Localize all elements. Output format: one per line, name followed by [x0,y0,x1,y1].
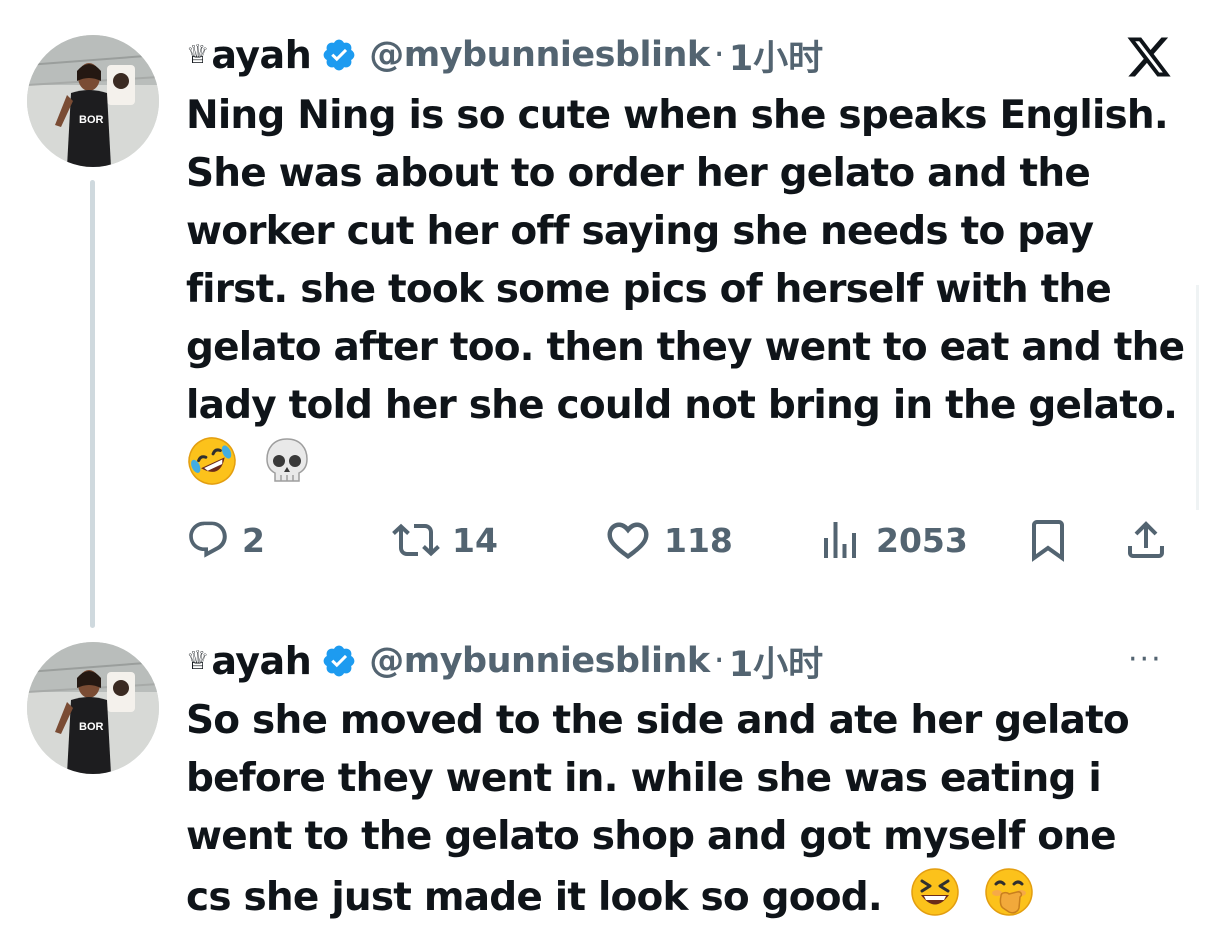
rolling-on-floor-laughing-emoji-icon [188,437,236,485]
avatar-photo: BOR [27,642,159,774]
heart-icon [607,522,649,559]
share-icon [1128,521,1164,558]
svg-text:BOR: BOR [79,114,104,126]
timestamp[interactable]: 1小时 [729,636,823,687]
avatar[interactable]: BOR [27,642,159,774]
author-handle[interactable]: @mybunniesblink [369,641,710,681]
views-chart-icon [824,522,856,558]
bookmark-icon [1032,520,1064,562]
share-button[interactable] [1122,510,1170,570]
emoji-line [186,435,1186,496]
repost-count: 14 [452,520,498,560]
tweet-text-line: before they went in. while she was eatin… [186,756,1102,801]
reply-button[interactable]: 2 [186,510,265,570]
tweet-text-fragment: cs she just made it look so good. [186,875,883,920]
tweet-text-line: So she moved to the side and ate her gel… [186,698,1130,743]
scrollbar[interactable] [1196,285,1199,510]
face-with-hand-over-mouth-emoji-icon [985,868,1034,916]
like-count: 118 [664,520,733,560]
tweet-text-line-with-emoji: cs she just made it look so good. [186,866,1186,927]
tweet-text-line: She was about to order her gelato and th… [186,151,1091,196]
reply-icon [189,521,227,558]
tweet-text-line: lady told her she could not bring in the… [186,383,1178,428]
views-button[interactable]: 2053 [816,510,968,570]
svg-text:BOR: BOR [79,721,104,733]
tweet-text: Ning Ning is so cute when she speaks Eng… [186,87,1186,496]
timestamp[interactable]: 1小时 [729,30,823,81]
author-handle[interactable]: @mybunniesblink [369,35,710,75]
tweet-text: So she moved to the side and ate her gel… [186,692,1186,927]
tweet-header: ♕ ayah @mybunniesblink · 1小时 [186,30,823,80]
repost-button[interactable]: 14 [392,510,498,570]
verified-badge-icon[interactable] [321,643,357,679]
tweet-text-line: Ning Ning is so cute when she speaks Eng… [186,93,1169,138]
crown-symbol: ♕ [186,40,210,70]
bookmark-button[interactable] [1024,510,1072,570]
author-name[interactable]: ayah [211,639,311,683]
separator-dot: · [713,35,725,75]
tweet-text-line: first. she took some pics of herself wit… [186,267,1112,312]
tweet-text-line: went to the gelato shop and got myself o… [186,814,1117,859]
repost-icon [392,523,440,557]
x-logo-icon [1127,37,1171,77]
crown-symbol: ♕ [186,646,210,676]
reply-count: 2 [242,520,265,560]
tweet-action-bar: 2 14 118 2053 [186,510,1176,570]
separator-dot: · [713,641,725,681]
tweet-header: ♕ ayah @mybunniesblink · 1小时 [186,636,823,686]
verified-badge-icon[interactable] [321,37,357,73]
avatar-photo: BOR [27,35,159,167]
author-name[interactable]: ayah [211,33,311,77]
views-count: 2053 [876,520,968,560]
avatar[interactable]: BOR [27,35,159,167]
thread-connector-line [90,180,95,628]
tweet-text-line: gelato after too. then they went to eat … [186,325,1185,370]
tweet-text-line: worker cut her off saying she needs to p… [186,209,1094,254]
like-button[interactable]: 118 [604,510,733,570]
more-options-button[interactable]: ··· [1128,642,1163,677]
skull-emoji-icon [266,438,308,482]
grinning-squinting-face-emoji-icon [910,868,959,916]
